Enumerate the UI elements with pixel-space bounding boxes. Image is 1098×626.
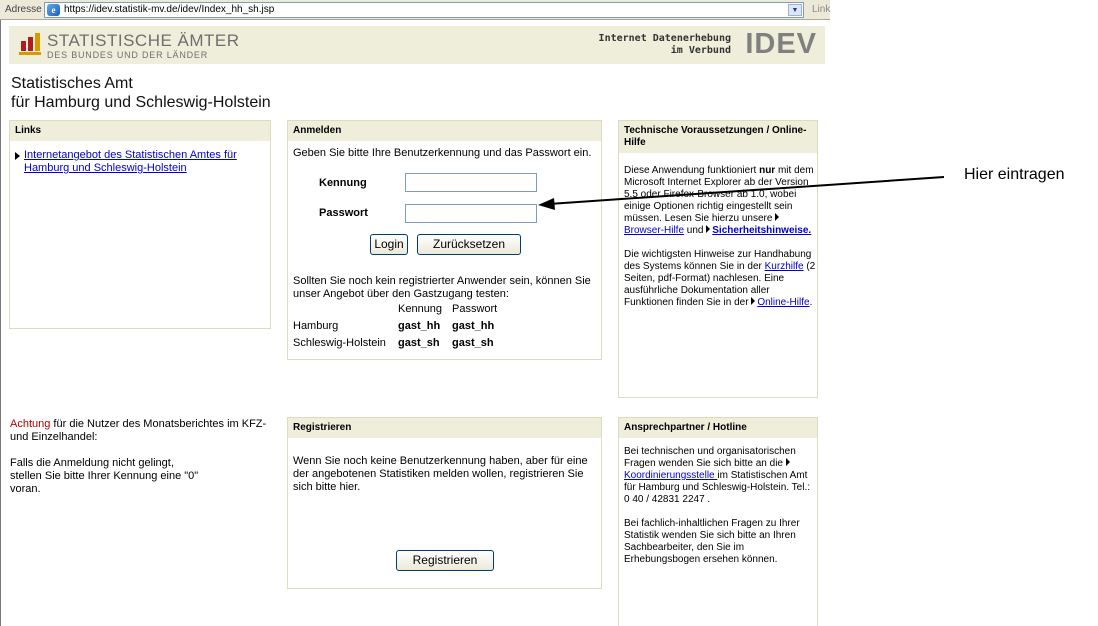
page-content: STATISTISCHE ÄMTER DES BUNDES UND DER LÄ… — [0, 20, 828, 626]
login-heading: Anmelden — [288, 121, 601, 141]
text: Bei technischen und organisatorischen Fr… — [624, 446, 796, 469]
statistikamt-website-link[interactable]: Internetangebot des Statistischen Amtes … — [24, 149, 237, 174]
register-heading: Registrieren — [288, 418, 601, 438]
page-title-line1: Statistisches Amt — [11, 75, 133, 92]
idev-tagline: Internet Datenerhebung im Verbund — [599, 33, 731, 57]
browser-help-link[interactable]: Browser-Hilfe — [624, 225, 684, 236]
address-label: Adresse — [5, 4, 42, 15]
address-bar: Adresse e https://idev.statistik-mv.de/i… — [0, 0, 830, 20]
tech-heading: Technische Voraussetzungen / Online-Hilf… — [619, 121, 817, 153]
short-help-link[interactable]: Kurzhilfe — [765, 261, 804, 272]
links-heading: Links — [10, 121, 270, 141]
guest-col-passwort: Passwort — [452, 303, 498, 315]
hotline-heading: Ansprechpartner / Hotline — [619, 418, 817, 438]
tech-paragraph-1: Diese Anwendung funktioniert nur mit dem… — [624, 165, 817, 237]
online-help-link[interactable]: Online-Hilfe — [757, 297, 809, 308]
text-bold: nur — [759, 165, 776, 176]
tech-requirements-panel: Technische Voraussetzungen / Online-Hilf… — [618, 120, 818, 398]
ie-page-icon: e — [47, 4, 60, 16]
security-notes-link[interactable]: Sicherheitshinweise. — [712, 225, 811, 236]
guest-row-region: Schleswig-Holstein — [293, 337, 386, 349]
login-button[interactable]: Login — [370, 234, 408, 255]
warning-line-1: Achtung für die Nutzer des Monatsbericht… — [10, 418, 272, 444]
arrow-right-icon — [785, 458, 790, 466]
guest-access-text: Sollten Sie noch kein registrierter Anwe… — [293, 275, 591, 300]
idev-tagline-line2: im Verbund — [670, 45, 731, 56]
chevron-down-icon[interactable]: ▼ — [788, 4, 802, 16]
register-panel: Registrieren Wenn Sie noch keine Benutze… — [287, 417, 602, 589]
hotline-paragraph-1: Bei technischen und organisatorischen Fr… — [624, 446, 817, 506]
text: . — [809, 297, 813, 308]
guest-row-passwort: gast_sh — [452, 337, 494, 349]
address-input[interactable]: e https://idev.statistik-mv.de/idev/Inde… — [44, 2, 804, 18]
passwort-label: Passwort — [319, 207, 368, 219]
warning-line-2: Falls die Anmeldung nicht gelingt, stell… — [10, 457, 199, 495]
reset-button[interactable]: Zurücksetzen — [417, 234, 521, 255]
annotation-label: Hier eintragen — [964, 166, 1065, 183]
hotline-panel: Ansprechpartner / Hotline Bei technische… — [618, 417, 818, 626]
guest-row-kennung: gast_hh — [398, 320, 441, 332]
guest-row-kennung: gast_sh — [398, 337, 440, 349]
statistische-aemter-logo-icon — [19, 33, 41, 55]
site-header: STATISTISCHE ÄMTER DES BUNDES UND DER LÄ… — [9, 26, 825, 64]
arrow-right-icon — [775, 213, 780, 221]
passwort-input[interactable] — [405, 204, 537, 223]
hotline-body: Bei technischen und organisatorischen Fr… — [624, 446, 817, 578]
arrow-right-icon — [706, 225, 711, 233]
address-url[interactable]: https://idev.statistik-mv.de/idev/Index_… — [64, 4, 274, 15]
register-button[interactable]: Registrieren — [396, 550, 494, 571]
text: Diese Anwendung funktioniert — [624, 165, 760, 176]
page-title-line2: für Hamburg und Schleswig-Holstein — [11, 94, 271, 111]
arrow-right-icon — [15, 152, 20, 160]
login-panel: Anmelden Geben Sie bitte Ihre Benutzerke… — [287, 120, 602, 360]
idev-tagline-line1: Internet Datenerhebung — [598, 33, 731, 44]
text: und — [684, 225, 707, 236]
tech-paragraph-2: Die wichtigsten Hinweise zur Handhabung … — [624, 249, 817, 309]
kennung-input[interactable] — [405, 173, 537, 192]
guest-col-kennung: Kennung — [398, 303, 443, 315]
tech-body: Diese Anwendung funktioniert nur mit dem… — [624, 165, 817, 321]
login-intro: Geben Sie bitte Ihre Benutzerkennung und… — [293, 147, 592, 159]
idev-logo: IDEV — [745, 28, 817, 60]
guest-row-region: Hamburg — [293, 320, 339, 332]
warning-note: Achtung für die Nutzer des Monatsbericht… — [10, 418, 272, 496]
links-panel: Links Internetangebot des Statistischen … — [9, 120, 271, 329]
register-text: Wenn Sie noch keine Benutzerkennung habe… — [293, 455, 588, 493]
guest-row-passwort: gast_hh — [452, 320, 495, 332]
kennung-label: Kennung — [319, 177, 367, 189]
page-title: Statistisches Amt für Hamburg und Schles… — [11, 74, 271, 112]
arrow-right-icon — [751, 297, 756, 305]
koordinierungsstelle-link[interactable]: Koordinierungsstelle — [624, 470, 717, 481]
logo-title: STATISTISCHE ÄMTER — [47, 31, 240, 50]
link-item: Internetangebot des Statistischen Amtes … — [15, 149, 270, 175]
logo-subtitle: DES BUNDES UND DER LÄNDER — [47, 50, 209, 60]
links-toolbar-label[interactable]: Link — [812, 4, 830, 15]
hotline-paragraph-2: Bei fachlich-inhaltlichen Fragen zu Ihre… — [624, 518, 800, 565]
warning-label: Achtung — [10, 418, 51, 430]
